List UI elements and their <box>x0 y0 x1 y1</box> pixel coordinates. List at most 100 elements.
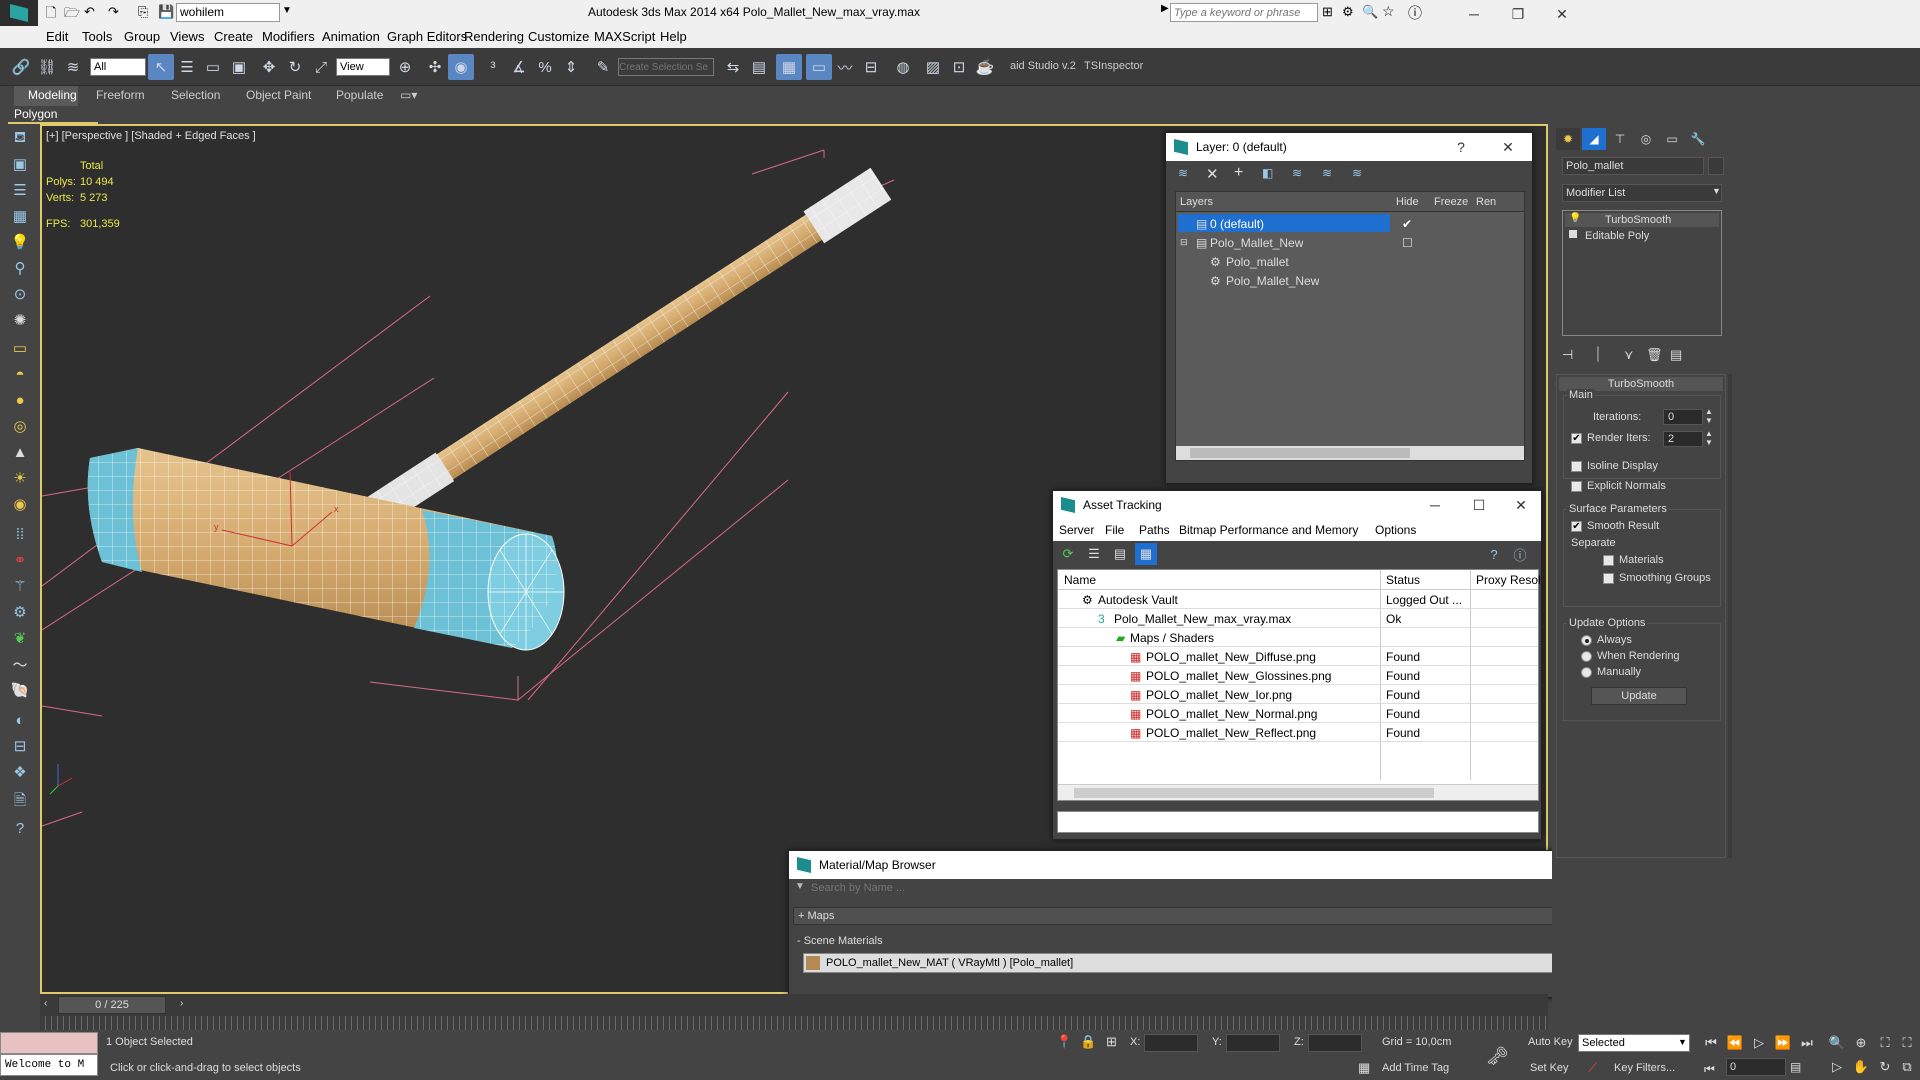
asset-close-button[interactable]: ✕ <box>1499 491 1543 519</box>
table-row[interactable]: ▦ POLO_mallet_New_Normal.png Found <box>1058 704 1538 723</box>
render-setup-icon[interactable]: ▨ <box>920 54 946 80</box>
move-icon[interactable]: ✥ <box>256 54 282 80</box>
freeze-column-header[interactable]: Freeze <box>1434 196 1468 208</box>
app-logo-icon[interactable] <box>0 0 38 26</box>
shell-icon[interactable]: 🐚 <box>8 678 32 702</box>
utilities-tab-icon[interactable]: 🔧 <box>1686 128 1710 150</box>
object-name-input[interactable] <box>1562 157 1704 175</box>
spinner-arrows-icon[interactable]: ▲ ▼ <box>1705 429 1713 447</box>
smoothing-groups-checkbox[interactable] <box>1603 573 1614 584</box>
play-icon[interactable]: ▷ <box>1748 1032 1770 1054</box>
document-icon[interactable]: 🗎 <box>8 790 32 814</box>
orbit-icon[interactable]: ↻ <box>1874 1056 1896 1078</box>
remove-modifier-icon[interactable]: 🗑 <box>1646 347 1663 363</box>
command-panel-scrollbar[interactable] <box>1728 374 1732 858</box>
graphite-toggle-icon[interactable]: ▭ <box>806 54 832 80</box>
maxscript-mini-listener[interactable]: Welcome to M <box>0 1054 98 1076</box>
asset-help-icon[interactable]: ? <box>1483 543 1505 565</box>
menu-views[interactable]: Views <box>170 29 204 44</box>
minimize-button[interactable]: ─ <box>1452 0 1496 28</box>
chevron-down-icon[interactable]: ▼ <box>282 5 292 16</box>
next-frame-icon[interactable]: ⏩ <box>1772 1032 1794 1054</box>
keyword-search-input[interactable] <box>1170 3 1318 22</box>
selection-filter-dropdown[interactable]: All <box>90 58 146 76</box>
plant-icon[interactable]: ❦ <box>8 626 32 650</box>
schematic-view-icon[interactable]: ⊟ <box>858 54 884 80</box>
named-selection-set-input[interactable] <box>618 58 714 76</box>
spheres-icon[interactable]: ⚭ <box>8 548 32 572</box>
hide-all-icon[interactable]: ≋ <box>1322 166 1332 180</box>
track-bar[interactable] <box>40 1016 1548 1030</box>
lock-selection-icon[interactable]: 🔒 <box>1080 1034 1096 1050</box>
rendered-frame-window-icon[interactable]: ⊡ <box>946 54 972 80</box>
save-icon[interactable]: 💾 <box>158 4 174 20</box>
y-coord-field[interactable] <box>1226 1034 1280 1052</box>
key-filter-icon[interactable]: ⟋ <box>1588 1060 1597 1076</box>
key-filters-button[interactable]: Key Filters... <box>1614 1062 1675 1074</box>
time-tag-icon[interactable]: ▦ <box>1358 1060 1370 1076</box>
hierarchy-tab-icon[interactable]: ⊤ <box>1608 128 1632 150</box>
name-column-header[interactable]: Name <box>1064 570 1096 589</box>
grid-dots-icon[interactable]: ⁞⁞ <box>8 522 32 546</box>
cone-icon[interactable]: ▲ <box>8 440 32 464</box>
pin-icon[interactable]: 📍 <box>1056 1034 1072 1050</box>
object-color-swatch[interactable] <box>1708 157 1724 175</box>
chevron-down-icon[interactable]: ▼ <box>1712 186 1721 196</box>
layer-help-button[interactable]: ? <box>1446 133 1476 161</box>
add-to-layer-icon[interactable]: + <box>1234 164 1243 182</box>
tab-populate[interactable]: Populate <box>336 88 383 102</box>
refresh-icon[interactable]: ⟳ <box>1057 543 1079 565</box>
materials-checkbox[interactable] <box>1603 555 1614 566</box>
isoline-display-checkbox[interactable] <box>1571 461 1582 472</box>
hemisphere-icon[interactable]: ◓ <box>8 362 32 386</box>
layer-close-button[interactable]: ✕ <box>1486 133 1530 161</box>
tab-selection[interactable]: Selection <box>171 88 220 102</box>
unlink-icon[interactable]: ⛓ <box>34 54 60 80</box>
mirror-icon[interactable]: ⇆ <box>720 54 746 80</box>
colorful-icon[interactable]: ❖ <box>8 760 32 784</box>
key-icon[interactable]: 🗝 <box>1486 1046 1509 1067</box>
sun-icon[interactable]: ☀ <box>8 466 32 490</box>
pivot-center-icon[interactable]: ⊕ <box>392 54 418 80</box>
plugin-button-tsinspector[interactable]: TSInspector <box>1084 60 1143 72</box>
when-rendering-radio[interactable] <box>1581 651 1592 662</box>
render-frame-icon[interactable]: ⊟ <box>8 734 32 758</box>
zoom-icon[interactable]: 🔍 <box>1826 1032 1848 1054</box>
asset-horizontal-scrollbar[interactable] <box>1058 784 1538 800</box>
asset-menu-bitmap[interactable]: Bitmap Performance and Memory <box>1179 523 1358 537</box>
new-file-icon[interactable]: 🗋 <box>46 4 56 26</box>
render-iters-spinner[interactable]: 2 <box>1663 431 1703 447</box>
layer-row[interactable]: ▤ 0 (default) ✔ <box>1176 214 1524 233</box>
keyboard-shortcut-override-icon[interactable]: ◉ <box>448 54 474 80</box>
asset-menu-options[interactable]: Options <box>1375 523 1416 537</box>
stack-item-turbosmooth[interactable]: 💡 TurboSmooth <box>1565 213 1719 227</box>
table-row[interactable]: ▦ POLO_mallet_New_Glossines.png Found <box>1058 666 1538 685</box>
layers-column-header[interactable]: Layers <box>1180 196 1213 208</box>
redo-icon[interactable]: ↷ <box>108 4 119 20</box>
curve-editor-icon[interactable]: 〰 <box>832 54 858 80</box>
current-layer-check-icon[interactable]: ✔ <box>1402 214 1412 233</box>
table-row[interactable]: 3 Polo_Mallet_New_max_vray.max Ok <box>1058 609 1538 628</box>
frame-slider-handle[interactable]: 0 / 225 <box>58 996 166 1014</box>
iterations-spinner[interactable]: 0 <box>1663 409 1703 425</box>
always-radio[interactable] <box>1581 635 1592 646</box>
close-button[interactable]: ✕ <box>1540 0 1584 28</box>
z-coord-field[interactable] <box>1308 1034 1362 1052</box>
show-end-result-icon[interactable]: ⏐ <box>1594 346 1602 363</box>
tab-modeling[interactable]: Modeling <box>28 88 77 102</box>
freeze-all-icon[interactable]: ≋ <box>1352 166 1362 180</box>
workspace-dropdown[interactable]: wohilem <box>176 3 280 22</box>
make-unique-icon[interactable]: ⋎ <box>1624 347 1634 363</box>
previous-frame-icon[interactable]: ⏪ <box>1724 1032 1746 1054</box>
asset-menu-server[interactable]: Server <box>1059 523 1094 537</box>
table-row[interactable]: ▦ POLO_mallet_New_Ior.png Found <box>1058 685 1538 704</box>
zoom-all-icon[interactable]: ⊕ <box>1850 1032 1872 1054</box>
search-icon[interactable]: 🔍 <box>1362 4 1378 20</box>
menu-edit[interactable]: Edit <box>46 29 68 44</box>
material-editor-icon[interactable]: ◍ <box>890 54 916 80</box>
status-column-header[interactable]: Status <box>1386 570 1420 589</box>
camera-icon[interactable]: ⊙ <box>8 282 32 306</box>
go-to-end-icon[interactable]: ⏭ <box>1796 1032 1818 1054</box>
menu-tools[interactable]: Tools <box>82 29 112 44</box>
communication-center-icon[interactable]: ⚙ <box>1342 4 1354 20</box>
